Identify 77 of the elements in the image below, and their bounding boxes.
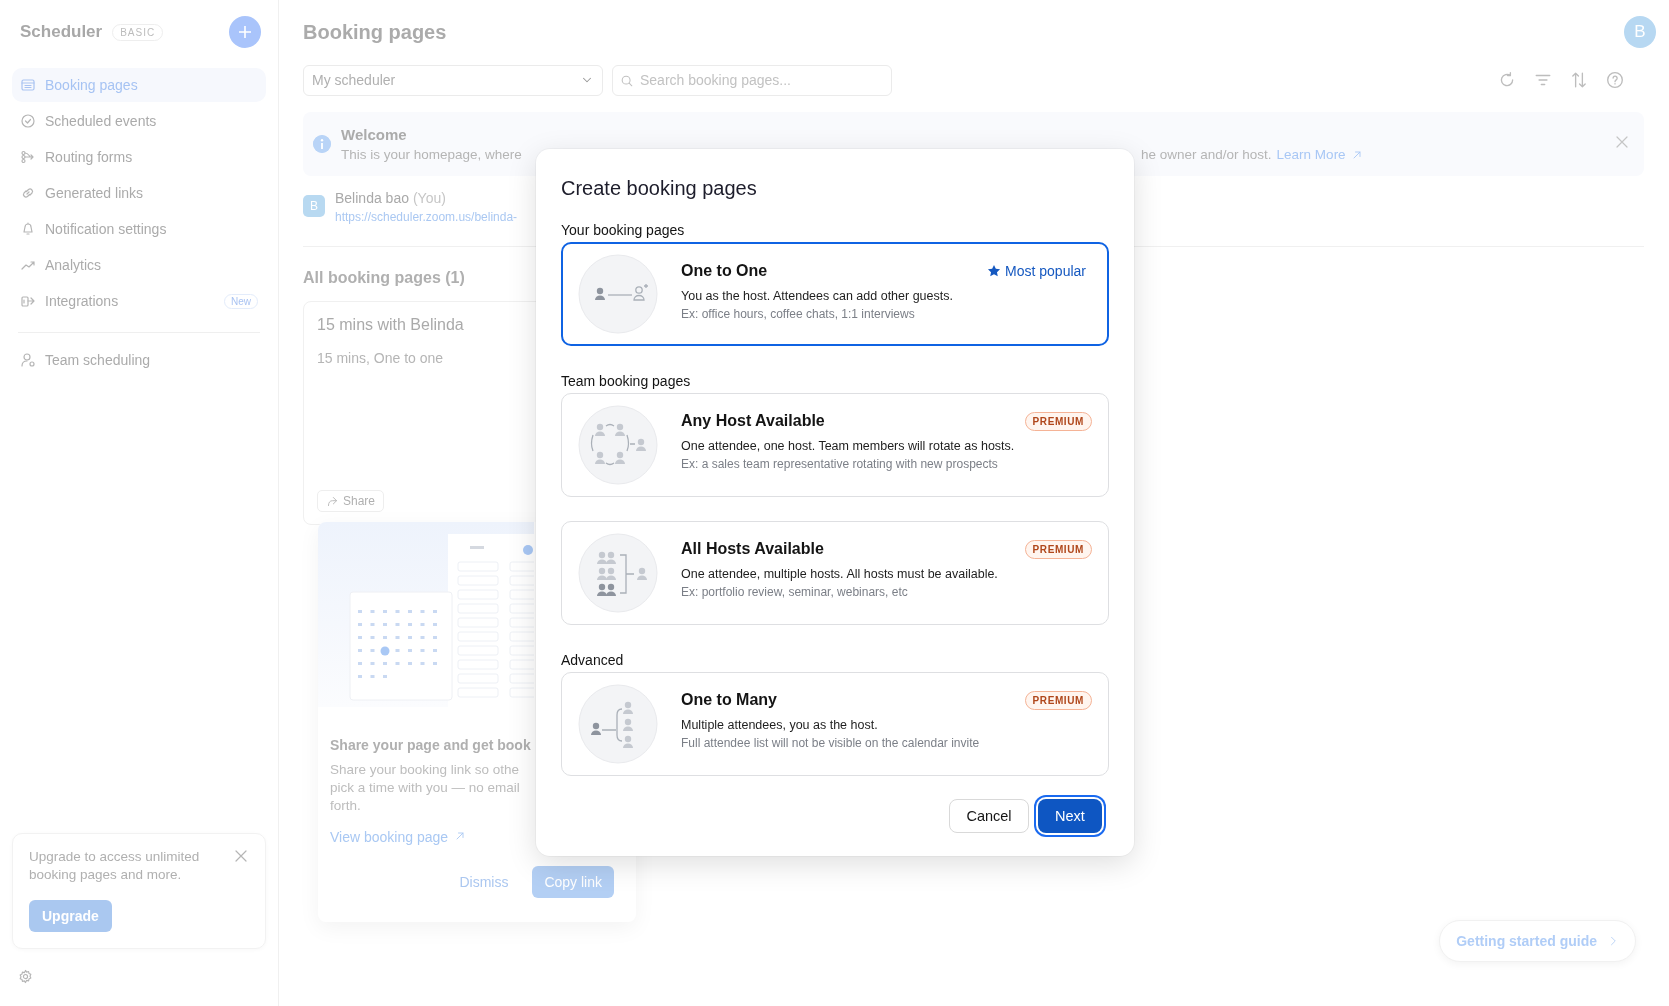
booking-type-card[interactable]: One to One Most popular You as the host. Attendees can add other guests. Ex: office hours, coffee chats, 1:1 interviews [561,242,1109,346]
card-description: One attendee, one host. Team members will rotate as hosts. [681,439,1016,453]
card-title: One to One [681,262,768,280]
refresh-icon[interactable] [1498,71,1516,89]
bell-icon [20,221,36,237]
view-booking-page-link[interactable]: View booking page [330,829,449,845]
learn-more-link[interactable]: Learn More [1276,147,1346,162]
cancel-button[interactable]: Cancel [949,799,1029,833]
flow-icon [20,149,36,165]
search-field[interactable]: Search booking pages... [612,64,892,96]
card-description: You as the host. Attendees can add other guests. [681,289,954,303]
owner-name: Belinda bao [335,189,409,206]
star-icon [987,264,1002,278]
booking-type-card[interactable]: One to Many PREMIUM Multiple attendees, you as the host. Full attendee list will not be visible on the calendar invite [561,672,1109,776]
card-example: Full attendee list will not be visible on the calendar invite [681,736,981,750]
close-icon[interactable] [1614,134,1630,150]
premium-badge: PREMIUM [1024,411,1092,431]
external-link-icon[interactable] [454,830,467,842]
help-icon[interactable] [1606,71,1624,89]
share-icon [326,494,339,508]
booking-type-card[interactable]: All Hosts Available PREMIUM One attendee, multiple hosts. All hosts must be available. Ex: portfolio review, seminar, webinars, etc [561,521,1109,625]
link-icon [20,185,36,201]
modal-title: Create booking pages [561,176,758,200]
close-icon[interactable] [233,848,249,864]
card-example: Ex: office hours, coffee chats, 1:1 interviews [681,307,916,321]
card-title: One to Many [681,691,777,709]
copy-link-button[interactable]: Copy link [532,866,614,898]
share-button[interactable]: Share [317,490,385,512]
sidebar-item[interactable]: Integrations New [12,284,266,318]
most-popular-label: Most popular [987,263,1086,279]
list-icon [20,77,36,93]
sidebar-item[interactable]: Booking pages [12,68,266,102]
you-tag: (You) [412,189,446,206]
popover-text: Share your booking link so othe pick a time with you — no email forth. [330,761,521,815]
getting-started-button[interactable]: Getting started guide [1439,920,1636,962]
banner-text: he owner and/or host. [1141,147,1272,162]
popover-title: Share your page and get book [330,737,532,753]
scheduler-dropdown[interactable]: My scheduler [303,64,603,96]
add-button[interactable] [229,16,261,48]
premium-badge: PREMIUM [1024,539,1092,559]
upgrade-button[interactable]: Upgrade [29,900,112,932]
card-description: Multiple attendees, you as the host. [681,718,879,732]
card-title: All Hosts Available [681,540,824,558]
banner-text: This is your homepage, where [341,147,522,162]
booking-url-link[interactable]: https://scheduler.zoom.us/belinda- [335,209,518,224]
card-description: One attendee, multiple hosts. All hosts must be available. [681,567,999,581]
card-example: Ex: a sales team representative rotating with new prospects [681,457,999,471]
page-title: Booking pages [303,20,447,44]
sidebar-item[interactable]: Notification settings [12,212,266,246]
user-avatar[interactable]: B [1624,16,1656,48]
card-title: Any Host Available [681,412,825,430]
card-subtitle: 15 mins, One to one [317,350,445,366]
sort-icon[interactable] [1570,71,1588,89]
info-icon [313,135,331,153]
section-label: Your booking pages [561,221,686,239]
search-icon [620,73,634,88]
plus-icon [237,24,253,40]
owner-avatar: B [303,195,325,217]
dismiss-button[interactable]: Dismiss [453,873,515,891]
check-circle-icon [20,113,36,129]
premium-badge: PREMIUM [1024,690,1092,710]
sidebar-item[interactable]: Generated links [12,176,266,210]
sidebar-item[interactable]: Scheduled events [12,104,266,138]
app-title: Scheduler [20,22,103,42]
settings-icon[interactable] [18,969,33,984]
card-example: Ex: portfolio review, seminar, webinars, etc [681,585,909,599]
team-icon [20,352,36,368]
section-label: Advanced [561,651,625,669]
sidebar-item[interactable]: Routing forms [12,140,266,174]
upgrade-text: Upgrade to access unlimited booking pages and more. [29,848,201,884]
sidebar-item[interactable]: Analytics [12,248,266,282]
sidebar-item[interactable]: Team scheduling [12,343,266,377]
banner-title: Welcome [341,126,408,143]
plug-icon [20,293,36,309]
booking-type-card[interactable]: Any Host Available PREMIUM One attendee, one host. Team members will rotate as hosts. Ex: a sales team representative rotating with new prospects [561,393,1109,497]
card-title: 15 mins with Belinda [317,316,465,334]
list-heading: All booking pages (1) [303,269,465,287]
